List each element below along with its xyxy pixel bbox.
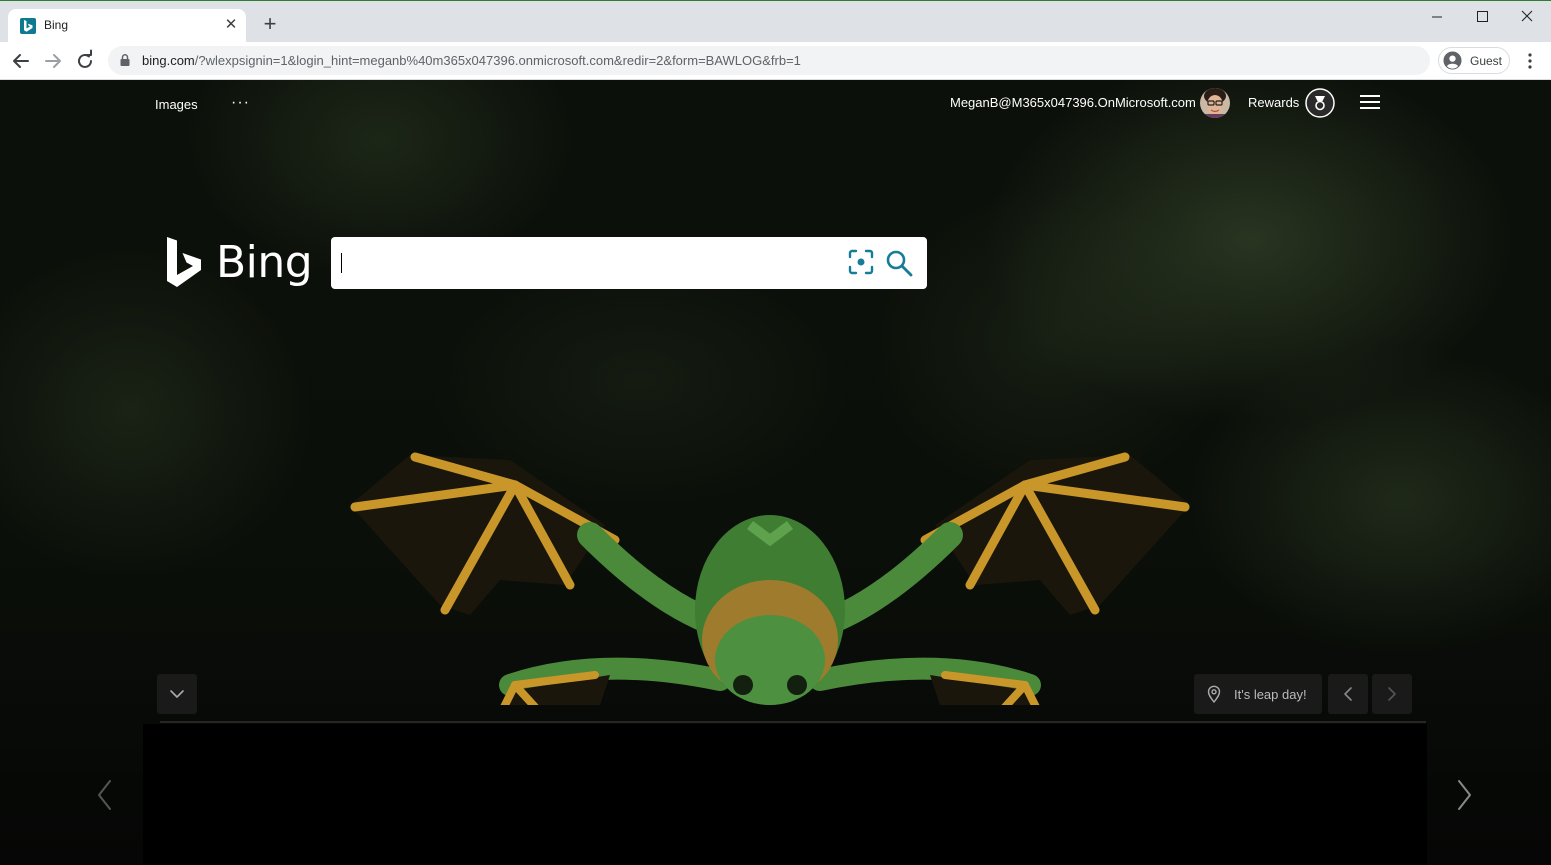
minimize-icon[interactable] [1414, 3, 1460, 31]
search-input[interactable] [341, 247, 836, 279]
previous-image-button[interactable] [1328, 674, 1368, 714]
location-pin-icon [1207, 685, 1221, 703]
browser-toolbar: bing.com/?wlexpsignin=1&login_hint=megan… [0, 42, 1551, 80]
maximize-icon[interactable] [1459, 3, 1505, 31]
chevron-left-icon[interactable] [90, 775, 120, 815]
close-icon[interactable]: ✕ [222, 16, 240, 34]
profile-icon [1443, 51, 1462, 70]
url-text[interactable]: bing.com/?wlexpsignin=1&login_hint=megan… [142, 53, 801, 68]
image-caption-button[interactable]: It's leap day! [1194, 674, 1322, 714]
url-host: bing.com [142, 53, 195, 68]
tab-strip: Bing ✕ + [0, 0, 1551, 43]
url-path: /?wlexpsignin=1&login_hint=meganb%40m365… [194, 53, 801, 68]
carousel-divider [160, 721, 1426, 723]
profile-label: Guest [1470, 54, 1503, 68]
rewards-medal-icon[interactable] [1305, 88, 1335, 118]
visual-search-icon[interactable] [847, 248, 875, 276]
chevron-right-icon [1388, 687, 1396, 701]
reload-icon[interactable] [72, 48, 98, 74]
address-bar[interactable]: bing.com/?wlexpsignin=1&login_hint=megan… [108, 46, 1430, 75]
chevron-right-icon[interactable] [1449, 775, 1479, 815]
profile-button[interactable]: Guest [1438, 47, 1510, 74]
tab-title: Bing [44, 18, 69, 32]
lock-icon[interactable] [118, 53, 132, 67]
chevron-left-icon [1344, 687, 1352, 701]
text-caret [341, 253, 342, 273]
account-email[interactable]: MeganB@M365x047396.OnMicrosoft.com [950, 95, 1196, 110]
avatar[interactable] [1200, 88, 1230, 118]
news-carousel-panel [143, 724, 1427, 865]
back-arrow-icon[interactable] [8, 48, 34, 74]
bing-logo-icon [167, 237, 201, 287]
close-window-icon[interactable] [1504, 3, 1550, 31]
more-menu-button[interactable]: ··· [231, 94, 250, 112]
chevron-down-icon [170, 690, 184, 698]
search-icon[interactable] [884, 248, 914, 278]
next-image-button[interactable] [1372, 674, 1412, 714]
scroll-down-button[interactable] [157, 674, 197, 714]
bing-favicon-icon [20, 18, 36, 34]
bing-logo[interactable]: Bing [164, 235, 313, 291]
image-caption: It's leap day! [1234, 687, 1307, 702]
nav-link-images[interactable]: Images [155, 97, 198, 112]
browser-tab-bing[interactable]: Bing ✕ [8, 9, 246, 43]
forward-arrow-icon[interactable] [40, 48, 66, 74]
hamburger-menu-icon[interactable] [1359, 93, 1381, 111]
bing-homepage: Images ··· MeganB@M365x047396.OnMicrosof… [0, 80, 1551, 865]
search-box[interactable] [331, 237, 927, 289]
rewards-label[interactable]: Rewards [1248, 95, 1299, 110]
kebab-menu-icon[interactable] [1520, 50, 1540, 72]
background-photo-frog [350, 452, 1190, 705]
new-tab-button[interactable]: + [258, 13, 282, 37]
bing-wordmark: Bing [216, 237, 313, 288]
